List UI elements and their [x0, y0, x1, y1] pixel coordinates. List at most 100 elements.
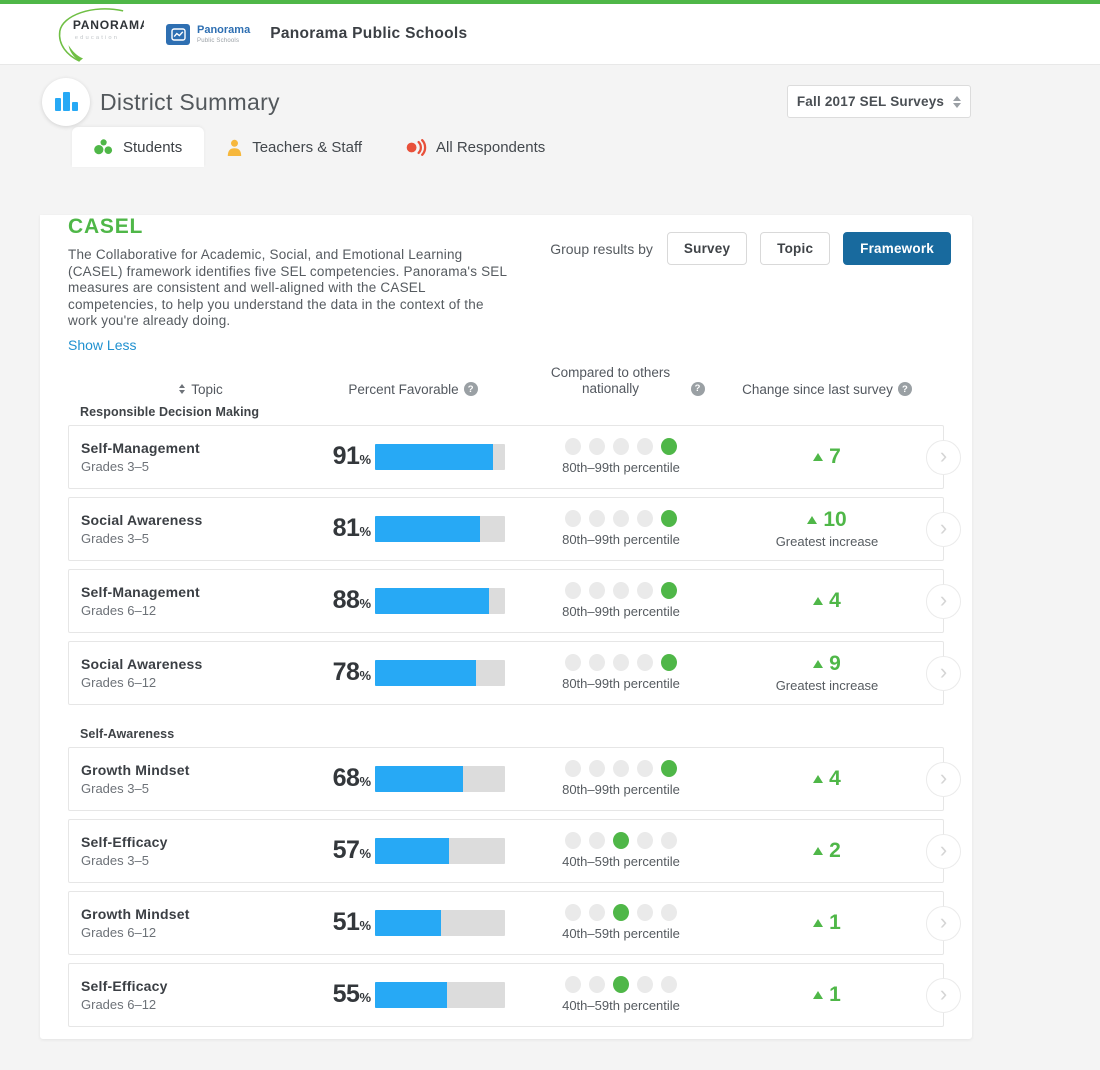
- table-row[interactable]: Self-Management Grades 6–12 88% 80th–99t…: [68, 569, 944, 633]
- respondent-tabs: Students Teachers & Staff All Respondent…: [72, 127, 1100, 167]
- group-by-survey-button[interactable]: Survey: [667, 232, 747, 265]
- table-row[interactable]: Growth Mindset Grades 6–12 51% 40th–59th…: [68, 891, 944, 955]
- percentile-dots-icon: [565, 654, 677, 671]
- increase-arrow-icon: [813, 453, 823, 461]
- percent-favorable-bar: [375, 982, 505, 1008]
- row-detail-chevron-button[interactable]: ›: [926, 906, 961, 941]
- percentile-dot: [661, 904, 677, 921]
- percentile-dot: [565, 832, 581, 849]
- change-note: Greatest increase: [776, 534, 879, 549]
- tab-students[interactable]: Students: [72, 127, 204, 167]
- district-name-heading: Panorama Public Schools: [270, 25, 467, 43]
- percentile-dot: [613, 654, 629, 671]
- help-icon[interactable]: ?: [691, 382, 705, 396]
- percentile-dot: [589, 832, 605, 849]
- chevron-right-icon: ›: [940, 911, 947, 933]
- percentile-dots-icon: [565, 760, 677, 777]
- table-row[interactable]: Self-Efficacy Grades 6–12 55% 40th–59th …: [68, 963, 944, 1027]
- district-switcher-badge[interactable]: Panorama Public Schools: [166, 24, 250, 45]
- percent-favorable-value: 55%: [323, 980, 371, 1009]
- percent-favorable-bar-fill: [375, 444, 493, 470]
- tab-teachers-staff-label: Teachers & Staff: [252, 139, 362, 156]
- bar-chart-icon: [42, 78, 90, 126]
- percentile-dot-active: [613, 832, 629, 849]
- topic-grades: Grades 6–12: [81, 603, 323, 618]
- change-value: 1: [813, 983, 841, 1007]
- topic-grades: Grades 3–5: [81, 459, 323, 474]
- row-detail-chevron-button[interactable]: ›: [926, 440, 961, 475]
- percentile-dots-icon: [565, 904, 677, 921]
- svg-text:education: education: [75, 35, 119, 41]
- framework-description: The Collaborative for Academic, Social, …: [68, 247, 512, 330]
- increase-arrow-icon: [807, 516, 817, 524]
- row-detail-chevron-button[interactable]: ›: [926, 834, 961, 869]
- row-detail-chevron-button[interactable]: ›: [926, 584, 961, 619]
- percentile-dot: [613, 438, 629, 455]
- svg-text:PANORAMA: PANORAMA: [73, 18, 144, 32]
- site-header: PANORAMA education Panorama Public Schoo…: [0, 4, 1100, 65]
- framework-title: CASEL: [68, 215, 512, 239]
- percentile-dot-active: [661, 438, 677, 455]
- tab-all-respondents[interactable]: All Respondents: [384, 127, 567, 167]
- percent-favorable-bar-fill: [375, 766, 463, 792]
- row-detail-chevron-button[interactable]: ›: [926, 762, 961, 797]
- percent-favorable-value: 51%: [323, 908, 371, 937]
- row-detail-chevron-button[interactable]: ›: [926, 978, 961, 1013]
- survey-selector-dropdown[interactable]: Fall 2017 SEL Surveys: [787, 85, 971, 118]
- students-cluster-icon: [94, 139, 114, 155]
- change-column-header: Change since last survey ?: [736, 382, 918, 397]
- results-table-body: Responsible Decision Making Self-Managem…: [68, 405, 944, 1027]
- percentile-dot: [589, 438, 605, 455]
- percentile-dot: [613, 510, 629, 527]
- percentile-label: 80th–99th percentile: [562, 532, 680, 547]
- chevron-right-icon: ›: [940, 661, 947, 683]
- tab-students-label: Students: [123, 139, 182, 156]
- topic-name: Self-Efficacy: [81, 978, 323, 994]
- table-row[interactable]: Self-Management Grades 3–5 91% 80th–99th…: [68, 425, 944, 489]
- change-value: 2: [813, 839, 841, 863]
- page-head: District Summary Fall 2017 SEL Surveys: [0, 65, 1100, 127]
- chevron-right-icon: ›: [940, 839, 947, 861]
- table-row[interactable]: Social Awareness Grades 6–12 78% 80th–99…: [68, 641, 944, 705]
- percentile-dots-icon: [565, 438, 677, 455]
- district-badge-icon: [166, 24, 190, 45]
- row-detail-chevron-button[interactable]: ›: [926, 656, 961, 691]
- help-icon[interactable]: ?: [464, 382, 478, 396]
- percentile-dot: [661, 832, 677, 849]
- percentile-dot-active: [661, 654, 677, 671]
- increase-arrow-icon: [813, 919, 823, 927]
- percentile-dot: [565, 904, 581, 921]
- percentile-dot: [565, 760, 581, 777]
- table-row[interactable]: Social Awareness Grades 3–5 81% 80th–99t…: [68, 497, 944, 561]
- percentile-dot: [637, 582, 653, 599]
- page-title: District Summary: [100, 89, 280, 116]
- percent-favorable-bar-fill: [375, 982, 447, 1008]
- percentile-dots-icon: [565, 582, 677, 599]
- percent-favorable-bar-fill: [375, 588, 489, 614]
- tab-teachers-staff[interactable]: Teachers & Staff: [204, 127, 384, 167]
- group-by-topic-button[interactable]: Topic: [760, 232, 830, 265]
- percentile-dot: [589, 582, 605, 599]
- percent-favorable-bar: [375, 588, 505, 614]
- topic-name: Social Awareness: [81, 512, 323, 528]
- percent-favorable-column-header: Percent Favorable ?: [322, 382, 504, 397]
- broadcast-dot-icon: [406, 139, 427, 156]
- help-icon[interactable]: ?: [898, 382, 912, 396]
- percentile-dot-active: [661, 510, 677, 527]
- percentile-dot: [589, 976, 605, 993]
- row-detail-chevron-button[interactable]: ›: [926, 512, 961, 547]
- chevron-right-icon: ›: [940, 445, 947, 467]
- percentile-dot: [637, 510, 653, 527]
- change-value: 4: [813, 589, 841, 613]
- show-less-link[interactable]: Show Less: [68, 337, 136, 353]
- table-row[interactable]: Growth Mindset Grades 3–5 68% 80th–99th …: [68, 747, 944, 811]
- percentile-dot: [661, 976, 677, 993]
- percent-favorable-bar: [375, 838, 505, 864]
- badge-district-name: Panorama: [197, 25, 250, 36]
- table-row[interactable]: Self-Efficacy Grades 3–5 57% 40th–59th p…: [68, 819, 944, 883]
- increase-arrow-icon: [813, 991, 823, 999]
- increase-arrow-icon: [813, 847, 823, 855]
- percent-favorable-value: 57%: [323, 836, 371, 865]
- topic-column-header[interactable]: Topic: [179, 382, 223, 397]
- group-by-framework-button[interactable]: Framework: [843, 232, 951, 265]
